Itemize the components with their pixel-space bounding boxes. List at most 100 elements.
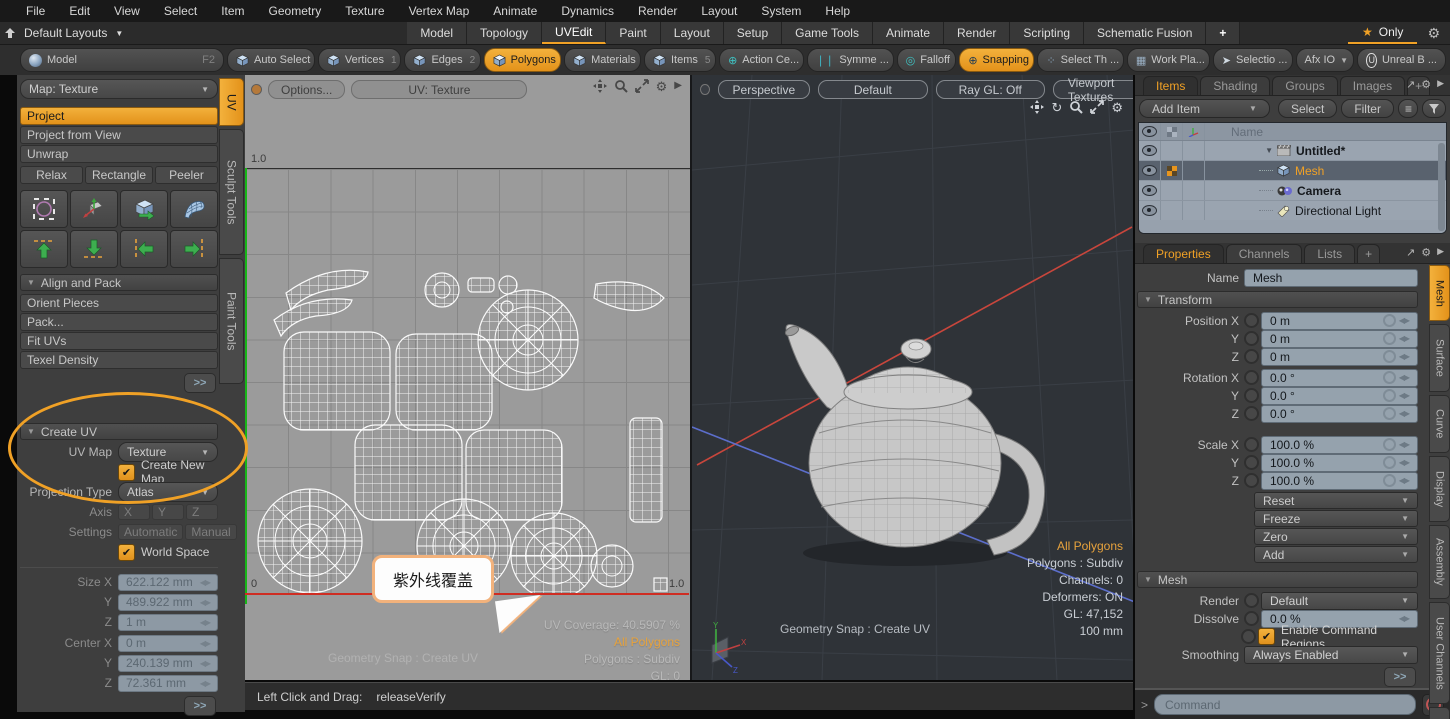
gear-icon[interactable]: ⚙ — [1111, 101, 1123, 114]
tab-properties[interactable]: Properties — [1143, 244, 1224, 263]
uv-map-button[interactable]: UV: Texture — [351, 80, 527, 99]
side-tab-assembly[interactable]: Assembly — [1429, 525, 1450, 599]
side-tab-sculpt-tools[interactable]: Sculpt Tools — [219, 129, 244, 255]
materials-mode-button[interactable]: Materials — [564, 48, 641, 72]
menu-render[interactable]: Render — [638, 4, 677, 18]
add-dropdown[interactable]: Add▼ — [1254, 546, 1418, 563]
tabrow-gear-button[interactable]: ⚙ — [1417, 22, 1450, 44]
world-space-checkbox[interactable]: ✔ — [118, 544, 135, 561]
shading-mode-button[interactable]: Default — [818, 80, 927, 99]
rectangle-button[interactable]: Rectangle — [85, 166, 153, 184]
create-uv-header[interactable]: ▼ Create UV — [20, 423, 218, 440]
create-uv-more-button[interactable]: >> — [184, 696, 216, 716]
tab-paint[interactable]: Paint — [606, 22, 660, 44]
filter-funnel-button[interactable] — [1422, 99, 1446, 118]
keyframe-ring-icon[interactable] — [1383, 314, 1396, 327]
tab-game-tools[interactable]: Game Tools — [782, 22, 873, 44]
unwrap-button[interactable]: Unwrap — [20, 145, 218, 163]
freeze-dropdown[interactable]: Freeze▼ — [1254, 510, 1418, 527]
scale-y-field[interactable]: 100.0 %◀▶ — [1261, 454, 1418, 472]
channel-ring-icon[interactable] — [1244, 388, 1259, 403]
keyframe-ring-icon[interactable] — [1383, 350, 1396, 363]
side-tab-user-channels[interactable]: User Channels — [1429, 602, 1450, 704]
side-tab-curve[interactable]: Curve — [1429, 395, 1450, 453]
work-plane-button[interactable]: ▦Work Pla... — [1127, 48, 1210, 72]
menu-help[interactable]: Help — [825, 4, 850, 18]
tab-shading[interactable]: Shading — [1200, 76, 1270, 95]
tab-setup[interactable]: Setup — [724, 22, 782, 44]
edges-mode-button[interactable]: Edges2 — [404, 48, 480, 72]
channel-ring-icon[interactable] — [1244, 406, 1259, 421]
channel-ring-icon[interactable] — [1244, 593, 1259, 608]
tab-layout[interactable]: Layout — [661, 22, 724, 44]
select-through-button[interactable]: ⁘Select Th ... — [1037, 48, 1123, 72]
channel-ring-icon[interactable] — [1244, 349, 1259, 364]
position-z-field[interactable]: 0 m◀▶ — [1261, 348, 1418, 366]
afx-io-button[interactable]: Afx IO▼ — [1296, 48, 1355, 72]
texel-density-button[interactable]: Texel Density — [20, 351, 218, 369]
create-new-map-checkbox[interactable]: ✔ — [118, 464, 135, 481]
keyframe-ring-icon[interactable] — [1383, 389, 1396, 402]
position-x-field[interactable]: 0 m◀▶ — [1261, 312, 1418, 330]
tab-model[interactable]: Model — [407, 22, 467, 44]
transform-header[interactable]: ▼ Transform — [1137, 291, 1418, 308]
visibility-toggle[interactable] — [1142, 145, 1157, 156]
keyframe-ring-icon[interactable] — [1383, 456, 1396, 469]
perspective-viewport[interactable]: Y X Z Perspective Default Ray GL: Off Vi… — [690, 75, 1133, 680]
visibility-toggle[interactable] — [1142, 185, 1157, 196]
channel-ring-icon[interactable] — [1244, 455, 1259, 470]
zoom-icon[interactable] — [1069, 100, 1083, 114]
spinner-icon[interactable]: ◀▶ — [1399, 316, 1409, 325]
channel-ring-icon[interactable] — [1244, 611, 1259, 626]
zero-dropdown[interactable]: Zero▼ — [1254, 528, 1418, 545]
tab-groups[interactable]: Groups — [1272, 76, 1337, 95]
channel-ring-icon[interactable] — [1241, 629, 1256, 644]
relax-button[interactable]: Relax — [20, 166, 83, 184]
menu-item[interactable]: Item — [221, 4, 244, 18]
side-tab-uv[interactable]: UV — [219, 78, 244, 126]
keyframe-ring-icon[interactable] — [1383, 332, 1396, 345]
visibility-toggle[interactable] — [1142, 205, 1157, 216]
orient-pieces-button[interactable]: Orient Pieces — [20, 294, 218, 312]
align-and-pack-header[interactable]: ▼ Align and Pack — [20, 274, 218, 291]
menu-file[interactable]: File — [26, 4, 45, 18]
item-row-scene[interactable]: ▼ Untitled* — [1139, 141, 1446, 161]
preset-model-button[interactable]: Model F2 — [20, 48, 224, 72]
project-button[interactable]: Project — [20, 107, 218, 125]
reset-dropdown[interactable]: Reset▼ — [1254, 492, 1418, 509]
tab-images[interactable]: Images — [1340, 76, 1405, 95]
items-mode-button[interactable]: Items5 — [644, 48, 716, 72]
channel-ring-icon[interactable] — [1244, 437, 1259, 452]
keyframe-ring-icon[interactable] — [1383, 438, 1396, 451]
channel-ring-icon[interactable] — [1244, 370, 1259, 385]
tab-channels[interactable]: Channels — [1226, 244, 1303, 263]
uv-projection-tool-button[interactable] — [120, 190, 168, 228]
gear-icon[interactable]: ⚙ — [1421, 78, 1431, 91]
menu-texture[interactable]: Texture — [345, 4, 384, 18]
menu-geometry[interactable]: Geometry — [269, 4, 322, 18]
position-y-field[interactable]: 0 m◀▶ — [1261, 330, 1418, 348]
tab-schematic-fusion[interactable]: Schematic Fusion — [1084, 22, 1206, 44]
command-input[interactable] — [1154, 694, 1416, 715]
action-center-button[interactable]: ⊕Action Ce... — [719, 48, 804, 72]
menu-view[interactable]: View — [114, 4, 140, 18]
camera-mode-button[interactable]: Perspective — [718, 80, 811, 99]
uv-unwrap-tool-button[interactable] — [170, 190, 218, 228]
side-tab-tags[interactable]: Tags — [1429, 707, 1450, 719]
spinner-icon[interactable]: ◀▶ — [1399, 476, 1409, 485]
tab-render[interactable]: Render — [944, 22, 1010, 44]
pack-button[interactable]: Pack... — [20, 313, 218, 331]
zoom-icon[interactable] — [614, 79, 628, 93]
raygl-button[interactable]: Ray GL: Off — [936, 80, 1045, 99]
align-up-button[interactable] — [20, 230, 68, 268]
tab-lists[interactable]: Lists — [1304, 244, 1355, 263]
add-tab-button[interactable]: + — [1357, 244, 1380, 263]
viewport-textures-button[interactable]: Viewport Textures — [1053, 80, 1133, 99]
spinner-icon[interactable]: ◀▶ — [1399, 334, 1409, 343]
uv-transform-tool-button[interactable] — [20, 190, 68, 228]
menu-vertex-map[interactable]: Vertex Map — [409, 4, 470, 18]
item-list-scrollbar[interactable] — [1438, 143, 1445, 231]
item-row-mesh[interactable]: Mesh — [1139, 161, 1446, 181]
expand-arrow-icon[interactable]: ▶ — [674, 81, 682, 91]
maximize-icon[interactable]: ↗ — [1406, 78, 1415, 91]
